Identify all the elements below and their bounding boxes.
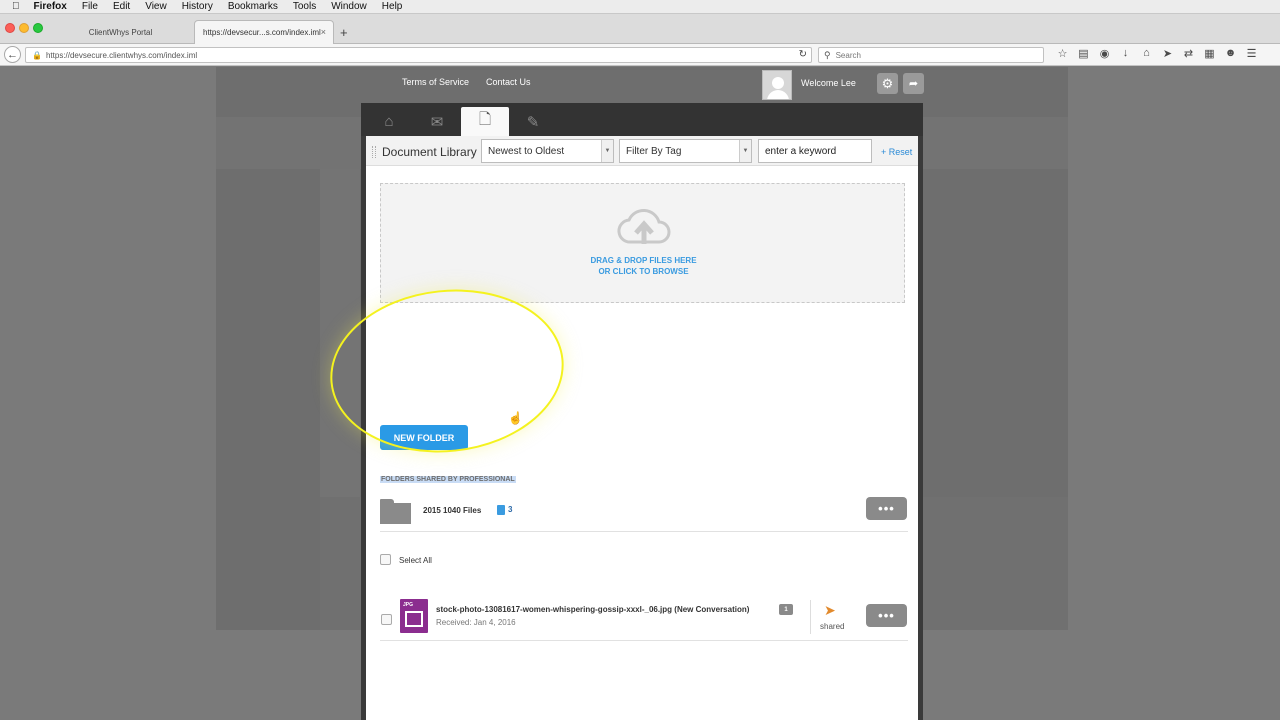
search-placeholder: Search [835,50,861,60]
lock-icon: 🔒 [32,50,42,60]
send-icon[interactable]: ➤ [1157,47,1178,60]
file-type-label: JPG [403,602,414,608]
shared-label: shared [820,622,845,631]
menu-help[interactable]: Help [382,1,403,12]
document-library-modal: ⌂ ✉ 🗋 ✎ Document Library Newest to Oldes… [361,103,923,720]
menu-window[interactable]: Window [331,1,367,12]
menu-tools[interactable]: Tools [293,1,316,12]
file-dropzone[interactable]: DRAG & DROP FILES HERE OR CLICK TO BROWS… [380,183,905,303]
file-checkbox[interactable] [381,614,392,625]
menu-edit[interactable]: Edit [113,1,130,12]
sort-order-value: Newest to Oldest [488,145,565,157]
select-all-label: Select All [399,556,432,565]
browser-toolbar-icons: ☆ ▤ ◉ ↓ ⌂ ➤ ⇄ ▦ ☻ ☰ [1052,47,1262,60]
jpg-file-icon: JPG [400,599,428,633]
star-icon[interactable]: ☆ [1052,47,1073,60]
folder-row[interactable]: 2015 1040 Files 3 ••• [380,493,908,532]
chevron-down-icon: ▼ [601,140,613,162]
back-button[interactable]: ← [4,46,21,63]
menu-history[interactable]: History [182,1,213,12]
image-glyph [405,611,423,627]
folder-name[interactable]: 2015 1040 Files [423,506,481,515]
clipboard-signature-icon: ✎ [526,113,540,131]
reset-link[interactable]: + Reset [881,147,912,157]
document-library-panel: Document Library Newest to Oldest ▼ Filt… [366,136,918,720]
tab-signatures[interactable]: ✎ [509,107,557,136]
hand-cursor-icon: ☝ [508,411,523,425]
menu-icon[interactable]: ☰ [1241,47,1262,60]
home-icon: ⌂ [384,113,394,130]
cloud-upload-icon [617,209,671,244]
file-row[interactable]: JPG stock-photo-13081617-women-whisperin… [380,596,908,641]
url-bar[interactable]: 🔒 https://devsecure.clientwhys.com/index… [25,47,812,63]
tab-messages[interactable]: ✉ [413,107,461,136]
window-minimize-button[interactable] [19,23,29,33]
pocket-icon[interactable]: ◉ [1094,47,1115,60]
new-tab-button[interactable]: + [340,25,348,40]
window-close-button[interactable] [5,23,15,33]
drag-grip-icon[interactable] [372,146,376,158]
file-more-button[interactable]: ••• [866,604,907,627]
new-folder-button[interactable]: NEW FOLDER [380,425,468,450]
keyword-search-input[interactable] [758,139,872,163]
browser-tab-active[interactable]: https://devsecur...s.com/index.iml × [194,20,334,44]
apple-icon[interactable]:  [12,1,20,12]
file-name[interactable]: stock-photo-13081617-women-whispering-go… [436,605,749,614]
chat-bubbles-icon: ✉ [430,113,444,131]
os-menu-bar:  Firefox File Edit View History Bookmar… [0,0,1280,14]
shared-folders-heading: FOLDERS SHARED BY PROFESSIONAL [380,476,516,483]
menu-view[interactable]: View [145,1,167,12]
avatar-body [767,90,789,99]
library-toolbar: Document Library Newest to Oldest ▼ Filt… [366,136,918,166]
tab-title: ClientWhys Portal [88,27,153,37]
folder-more-button[interactable]: ••• [866,497,907,520]
paper-plane-icon[interactable]: ➤ [824,602,836,619]
tab-close-icon[interactable]: × [321,27,326,37]
file-count-icon [497,505,505,515]
menu-bookmarks[interactable]: Bookmarks [228,1,278,12]
browser-nav-bar: ← 🔒 https://devsecure.clientwhys.com/ind… [0,44,1280,66]
avatar-head [772,77,784,89]
sort-order-select[interactable]: Newest to Oldest ▼ [481,139,614,163]
url-text: https://devsecure.clientwhys.com/index.i… [45,50,198,60]
folder-file-count[interactable]: 3 [508,505,512,514]
dropzone-line-1: DRAG & DROP FILES HERE [590,256,697,265]
documents-icon: 🗋 [478,111,492,128]
browser-tab-portal[interactable]: ClientWhys Portal [48,20,193,44]
back-forward-icon[interactable]: ⇄ [1178,47,1199,60]
home-icon[interactable]: ⌂ [1136,47,1157,60]
chat-icon[interactable]: ☻ [1220,47,1241,60]
file-received-date: Received: Jan 4, 2016 [436,618,516,627]
search-input[interactable]: ⚲ Search [818,47,1044,63]
divider [810,600,811,634]
terms-of-service-link[interactable]: Terms of Service [402,77,469,87]
share-arrow-icon[interactable]: ➦ [903,73,924,94]
tab-documents[interactable]: 🗋 [461,107,509,136]
reload-icon[interactable]: ↻ [799,49,807,60]
chevron-down-icon: ▼ [739,140,751,162]
tab-title: https://devsecur...s.com/index.iml [203,28,321,37]
tab-home[interactable]: ⌂ [365,107,413,136]
comment-count-badge[interactable]: 1 [779,604,793,615]
welcome-text: Welcome Lee [801,78,856,88]
search-icon: ⚲ [824,49,831,60]
browser-tab-strip: ClientWhys Portal https://devsecur...s.c… [0,14,1280,44]
tag-filter-value: Filter By Tag [626,145,682,157]
extension-icon[interactable]: ▦ [1199,47,1220,60]
menu-file[interactable]: File [82,1,98,12]
menu-firefox[interactable]: Firefox [34,1,67,12]
tag-filter-select[interactable]: Filter By Tag ▼ [619,139,752,163]
dropzone-line-2: OR CLICK TO BROWSE [598,267,689,276]
folder-icon [380,499,411,524]
contact-us-link[interactable]: Contact Us [486,77,531,87]
modal-tab-bar: ⌂ ✉ 🗋 ✎ [361,103,923,136]
settings-gear-icon[interactable]: ⚙ [877,73,898,94]
page-title: Document Library [382,145,477,159]
reading-list-icon[interactable]: ▤ [1073,47,1094,60]
select-all-checkbox[interactable] [380,554,391,565]
download-icon[interactable]: ↓ [1115,47,1136,60]
window-zoom-button[interactable] [33,23,43,33]
avatar[interactable] [762,70,792,100]
